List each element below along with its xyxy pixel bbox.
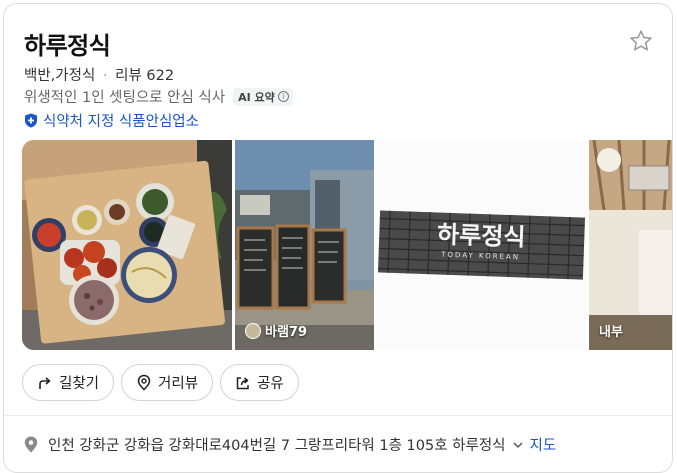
action-bar: 길찾기 거리뷰 공유 [22,364,299,401]
certification-label: 식약처 지정 식품안심업소 [43,114,199,130]
meta-separator: · [102,68,108,84]
directions-arrow-icon [39,376,51,389]
ai-summary: 위생적인 1인 셋팅으로 안심 식사 AI 요약 i [24,86,293,107]
summary-text: 위생적인 1인 셋팅으로 안심 식사 [24,90,226,106]
certification-link[interactable]: 식약처 지정 식품안심업소 [24,110,199,131]
directions-button[interactable]: 길찾기 [22,364,115,401]
storefront-photo[interactable]: 바램79 [235,140,374,350]
share-label: 공유 [257,376,284,392]
photo-strip: 바램79 하루정식 TODAY KOREAN 내부 [22,140,672,350]
divider [4,415,672,416]
photo-caption-user: 바램79 [245,321,307,340]
address-text: 인천 강화군 강화읍 강화대로404번길 7 그랑프리타워 1층 105호 하루… [48,438,506,454]
interior-photo[interactable]: 내부 [589,140,672,350]
share-icon [236,376,249,389]
location-pin-icon [137,374,151,391]
map-link[interactable]: 지도 [530,434,557,455]
ai-badge-label: AI 요약 [238,90,275,104]
sign-photo[interactable]: 하루정식 TODAY KOREAN [377,140,586,350]
place-title[interactable]: 하루정식 [24,26,111,61]
favorite-star-icon[interactable] [628,28,654,54]
avatar [245,322,261,339]
info-icon[interactable]: i [277,91,289,102]
place-card: 하루정식 백반,가정식 · 리뷰 622 위생적인 1인 셋팅으로 안심 식사 … [3,3,673,473]
photo-caption-interior: 내부 [599,321,623,340]
review-count-link[interactable]: 리뷰 622 [115,68,174,84]
directions-label: 길찾기 [59,376,100,392]
place-meta: 백반,가정식 · 리뷰 622 [24,64,174,85]
photo-caption-text: 내부 [599,325,623,340]
address-pin-icon [24,436,38,453]
share-button[interactable]: 공유 [220,364,299,401]
shield-plus-icon [25,113,37,128]
sign-title-text: 하루정식 [437,220,526,251]
chevron-down-icon[interactable] [512,439,524,451]
photo-caption-text: 바램79 [265,325,308,340]
street-view-label: 거리뷰 [158,376,199,392]
category-label: 백반,가정식 [24,68,96,84]
food-tray-photo[interactable] [22,140,232,350]
ai-summary-badge[interactable]: AI 요약 i [233,87,293,106]
street-view-button[interactable]: 거리뷰 [121,364,214,401]
address-row: 인천 강화군 강화읍 강화대로404번길 7 그랑프리타워 1층 105호 하루… [24,434,556,455]
